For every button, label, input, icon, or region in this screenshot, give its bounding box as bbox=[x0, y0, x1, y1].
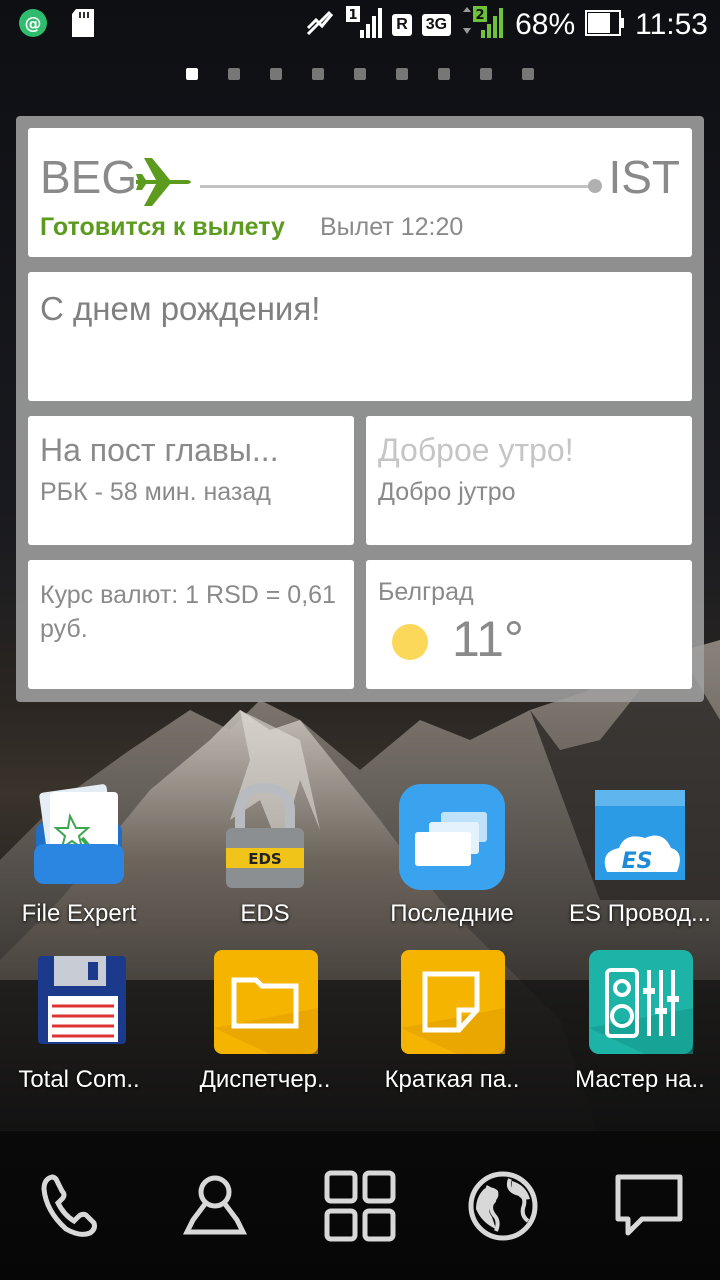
page-dot[interactable] bbox=[480, 68, 492, 80]
flight-origin: BEG bbox=[40, 151, 138, 203]
note-icon bbox=[397, 948, 507, 1058]
contacts-button[interactable] bbox=[170, 1161, 260, 1251]
status-bar: @ 1 R 3G 2 68% 11:53 bbox=[0, 0, 720, 50]
app-recents[interactable]: Последние bbox=[362, 782, 542, 928]
app-quick-memo[interactable]: Краткая па.. bbox=[362, 948, 542, 1094]
phone-icon bbox=[41, 1174, 97, 1237]
app-file-expert[interactable]: File Expert bbox=[0, 782, 169, 928]
news-card[interactable]: На пост главы... РБК - 58 мин. назад bbox=[28, 416, 354, 545]
signal-sim1-icon: 1 bbox=[346, 6, 383, 44]
weather-card[interactable]: Белград 11° bbox=[366, 560, 692, 689]
app-audio-wizard[interactable]: Мастер на.. bbox=[550, 948, 720, 1094]
greeting-translation: Добро јутро bbox=[378, 478, 516, 506]
svg-text:@: @ bbox=[25, 14, 42, 34]
signal-sim2-icon: 2 bbox=[461, 6, 505, 44]
app-es-explorer[interactable]: ES ES Провод... bbox=[550, 782, 720, 928]
messages-button[interactable] bbox=[604, 1161, 694, 1251]
page-indicator[interactable] bbox=[186, 68, 534, 80]
page-dot[interactable] bbox=[186, 68, 198, 80]
news-title: На пост главы... bbox=[40, 432, 279, 468]
eds-lock-icon: EDS bbox=[210, 782, 320, 892]
sd-card-icon bbox=[70, 8, 96, 42]
weather-temperature: 11° bbox=[452, 611, 524, 667]
page-dot[interactable] bbox=[438, 68, 450, 80]
es-explorer-icon: ES bbox=[585, 782, 695, 892]
flight-destination: IST bbox=[608, 151, 680, 203]
app-total-commander[interactable]: Total Com.. bbox=[0, 948, 169, 1094]
greeting-title: Доброе утро! bbox=[378, 432, 574, 468]
page-dot[interactable] bbox=[354, 68, 366, 80]
airplane-icon bbox=[134, 154, 194, 215]
sim1-label: 1 bbox=[349, 8, 358, 23]
news-source: РБК - 58 мин. назад bbox=[40, 478, 271, 506]
svg-text:ES: ES bbox=[622, 849, 653, 874]
floppy-disk-icon bbox=[24, 948, 134, 1058]
currency-card[interactable]: Курс валют: 1 RSD = 0,61 руб. bbox=[28, 560, 354, 689]
app-drawer-icon bbox=[324, 1170, 396, 1242]
messages-icon bbox=[615, 1174, 683, 1236]
flight-departure-time: Вылет 12:20 bbox=[320, 213, 464, 241]
sun-icon bbox=[392, 624, 428, 660]
page-dot[interactable] bbox=[270, 68, 282, 80]
page-dot[interactable] bbox=[228, 68, 240, 80]
translation-card[interactable]: Доброе утро! Добро јутро bbox=[366, 416, 692, 545]
page-dot[interactable] bbox=[312, 68, 324, 80]
app-label: Мастер на.. bbox=[575, 1066, 705, 1093]
app-label: Краткая па.. bbox=[384, 1066, 520, 1093]
network-type-badge: 3G bbox=[421, 14, 452, 36]
app-label: Диспетчер.. bbox=[199, 1066, 331, 1093]
dock bbox=[0, 1130, 720, 1280]
app-file-manager[interactable]: Диспетчер.. bbox=[175, 948, 355, 1094]
birthday-text: С днем рождения! bbox=[40, 290, 321, 327]
flight-route-end bbox=[588, 179, 602, 193]
page-dot[interactable] bbox=[522, 68, 534, 80]
battery-icon bbox=[585, 10, 625, 40]
app-drawer-button[interactable] bbox=[315, 1161, 405, 1251]
flight-route-line bbox=[200, 185, 592, 188]
flight-status: Готовится к вылету bbox=[40, 213, 285, 241]
svg-text:2: 2 bbox=[476, 8, 485, 23]
battery-percent: 68% bbox=[515, 8, 576, 41]
info-widget: BEG IST Готовится к вылету Вылет 12:20 С… bbox=[16, 116, 704, 702]
browser-button[interactable] bbox=[458, 1161, 548, 1251]
app-label: ES Провод... bbox=[569, 900, 711, 927]
roaming-badge: R bbox=[392, 14, 412, 36]
svg-text:EDS: EDS bbox=[248, 850, 282, 868]
page-dot[interactable] bbox=[396, 68, 408, 80]
app-label: Последние bbox=[390, 900, 514, 927]
clock: 11:53 bbox=[635, 8, 708, 41]
weather-city: Белград bbox=[378, 578, 474, 606]
browser-globe-icon bbox=[468, 1171, 538, 1241]
muted-icon bbox=[304, 8, 336, 42]
app-eds[interactable]: EDS EDS bbox=[175, 782, 355, 928]
phone-button[interactable] bbox=[26, 1161, 116, 1251]
file-expert-icon bbox=[24, 782, 134, 892]
email-notification-icon: @ bbox=[18, 8, 48, 42]
contacts-icon bbox=[182, 1175, 248, 1235]
recents-icon bbox=[397, 782, 507, 892]
currency-rate: Курс валют: 1 RSD = 0,61 руб. bbox=[40, 581, 336, 643]
birthday-card[interactable]: С днем рождения! bbox=[28, 272, 692, 401]
app-label: Total Com.. bbox=[18, 1066, 140, 1093]
folder-icon bbox=[210, 948, 320, 1058]
app-label: File Expert bbox=[21, 900, 137, 927]
equalizer-icon bbox=[585, 948, 695, 1058]
app-label: EDS bbox=[240, 900, 290, 927]
flight-card[interactable]: BEG IST Готовится к вылету Вылет 12:20 bbox=[28, 128, 692, 257]
